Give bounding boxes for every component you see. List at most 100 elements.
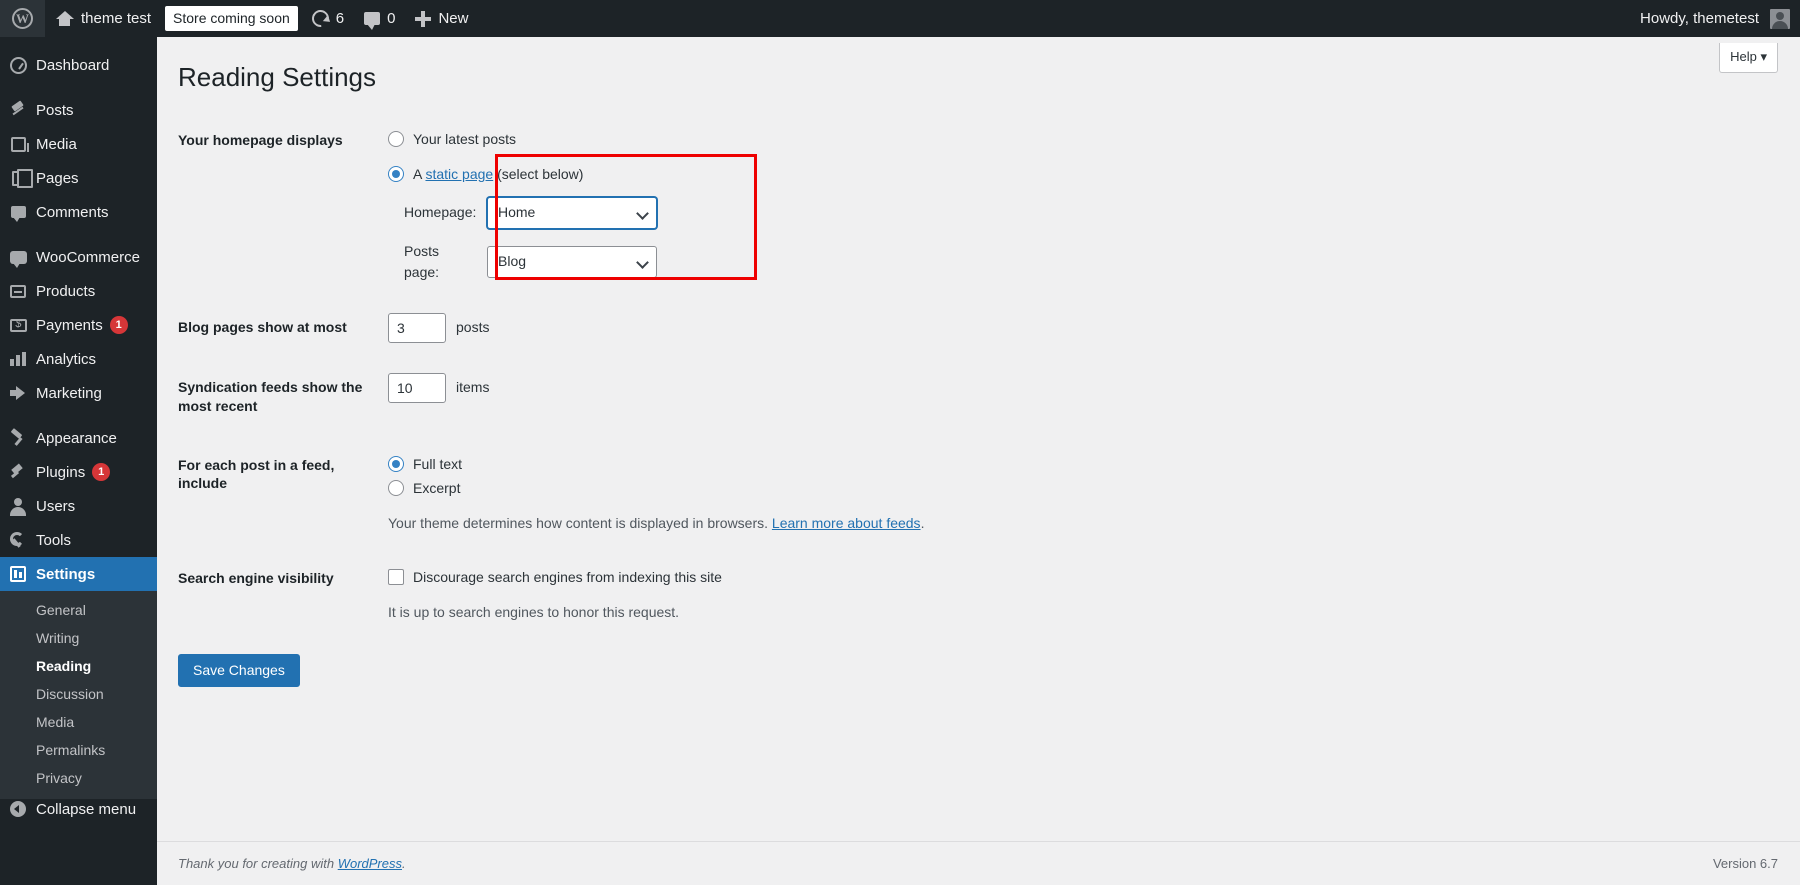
- comments-count: 0: [387, 10, 396, 27]
- products-icon: [0, 284, 36, 298]
- posts-page-select[interactable]: Blog: [487, 245, 657, 278]
- search-visibility-note: It is up to search engines to honor this…: [388, 603, 680, 620]
- sidebar-item-appearance[interactable]: Appearance: [0, 421, 157, 455]
- menu-spacer-3: [0, 410, 157, 421]
- checkbox-discourage-search-engines[interactable]: [388, 569, 404, 586]
- blog-pages-input[interactable]: [388, 312, 446, 343]
- save-changes-button[interactable]: Save Changes: [178, 653, 300, 688]
- radio-full-text[interactable]: [388, 456, 404, 473]
- main-content-area: Help ▾ Reading Settings Your homepage di…: [157, 37, 1800, 885]
- tools-wrench-icon: [0, 532, 36, 548]
- marketing-megaphone-icon: [0, 386, 36, 400]
- pages-icon: [0, 168, 36, 188]
- sidebar-item-tools[interactable]: Tools: [0, 523, 157, 557]
- homepage-select[interactable]: Home: [487, 196, 657, 229]
- label-homepage-select: Homepage:: [404, 204, 477, 221]
- submenu-item-writing[interactable]: Writing: [0, 624, 157, 652]
- sidebar-item-label: Plugins: [36, 463, 86, 481]
- radio-latest-posts[interactable]: [388, 131, 404, 148]
- sidebar-item-label: Posts: [36, 101, 74, 119]
- chevron-down-icon: ▾: [1760, 49, 1767, 64]
- radio-excerpt[interactable]: [388, 480, 404, 497]
- submenu-item-discussion[interactable]: Discussion: [0, 680, 157, 708]
- settings-icon: [0, 566, 36, 582]
- cell-syndication: items: [378, 358, 1278, 436]
- sidebar-item-label: WooCommerce: [36, 248, 140, 266]
- syndication-input[interactable]: [388, 372, 446, 403]
- comments-icon: [0, 206, 36, 222]
- option-static-page[interactable]: A static page (select below): [388, 164, 1268, 185]
- sidebar-item-plugins[interactable]: Plugins 1: [0, 455, 157, 489]
- row-search-visibility: Search engine visibility Discourage sear…: [178, 549, 1278, 638]
- sidebar-item-label: Products: [36, 282, 96, 300]
- sidebar-item-label: Dashboard: [36, 56, 110, 74]
- sidebar-item-settings[interactable]: Settings: [0, 557, 165, 591]
- submenu-item-reading[interactable]: Reading: [0, 652, 157, 680]
- footer-thanks-suffix: .: [402, 856, 406, 871]
- sidebar-item-marketing[interactable]: Marketing: [0, 376, 157, 410]
- submenu-item-media[interactable]: Media: [0, 708, 157, 736]
- row-blog-pages: Blog pages show at most posts: [178, 298, 1278, 358]
- sidebar-item-woocommerce[interactable]: WooCommerce: [0, 240, 157, 274]
- site-name-button[interactable]: theme test: [45, 0, 161, 37]
- admin-sidebar-menu: Dashboard Posts Media Pages Comments Woo…: [0, 37, 165, 885]
- static-page-link[interactable]: static page: [425, 166, 493, 182]
- collapse-menu-button[interactable]: Collapse menu: [0, 792, 157, 826]
- menu-spacer-top: [0, 37, 157, 48]
- comments-button[interactable]: 0: [354, 0, 405, 37]
- posts-page-select-value: Blog: [498, 253, 527, 270]
- new-content-button[interactable]: New: [405, 0, 478, 37]
- static-page-prefix: A: [413, 165, 426, 182]
- sidebar-item-label: Appearance: [36, 429, 117, 447]
- sidebar-item-comments[interactable]: Comments: [0, 195, 157, 229]
- label-posts-page-select: Posts page:: [404, 242, 440, 280]
- sidebar-item-posts[interactable]: Posts: [0, 93, 157, 127]
- my-account-button[interactable]: Howdy, themetest: [1630, 0, 1800, 37]
- footer-thanks-prefix: Thank you for creating with: [178, 856, 338, 871]
- help-tab-button[interactable]: Help ▾: [1719, 43, 1778, 73]
- updates-count: 6: [335, 10, 345, 27]
- sidebar-item-media[interactable]: Media: [0, 127, 157, 161]
- submenu-item-general[interactable]: General: [0, 596, 157, 624]
- wordpress-link[interactable]: WordPress: [338, 856, 402, 871]
- chevron-down-icon: [636, 206, 649, 220]
- payments-icon: [0, 318, 36, 332]
- wordpress-logo-button[interactable]: W: [0, 0, 45, 37]
- sidebar-item-pages[interactable]: Pages: [0, 161, 157, 195]
- sidebar-item-label: Media: [36, 135, 77, 153]
- label-syndication: Syndication feeds show the most recent: [178, 378, 363, 414]
- sidebar-item-label: Payments: [36, 316, 103, 334]
- option-full-text[interactable]: Full text: [388, 454, 1268, 475]
- plus-icon: [415, 10, 432, 27]
- collapse-arrow-icon: [0, 801, 36, 817]
- option-latest-posts[interactable]: Your latest posts: [388, 129, 1268, 150]
- homepage-select-value: Home: [498, 204, 536, 221]
- store-coming-soon-badge[interactable]: Store coming soon: [165, 6, 298, 31]
- label-search-visibility: Search engine visibility: [178, 569, 334, 586]
- howdy-label: Howdy, themetest: [1640, 10, 1759, 27]
- sidebar-item-products[interactable]: Products: [0, 274, 157, 308]
- sidebar-item-label: Tools: [36, 531, 72, 549]
- sidebar-item-label: Analytics: [36, 350, 97, 368]
- menu-spacer-1: [0, 82, 157, 93]
- sidebar-item-analytics[interactable]: Analytics: [0, 342, 157, 376]
- option-discourage-search-engines[interactable]: Discourage search engines from indexing …: [388, 567, 1268, 588]
- plugins-badge-count: 1: [92, 463, 111, 481]
- updates-button[interactable]: 6: [302, 0, 354, 37]
- submenu-item-privacy[interactable]: Privacy: [0, 764, 157, 792]
- blog-pages-unit: posts: [456, 319, 490, 336]
- submenu-item-permalinks[interactable]: Permalinks: [0, 736, 157, 764]
- sidebar-item-dashboard[interactable]: Dashboard: [0, 48, 157, 82]
- learn-more-about-feeds-link[interactable]: Learn more about feeds: [772, 515, 921, 531]
- radio-static-page[interactable]: [388, 166, 404, 183]
- sidebar-item-label: Pages: [36, 169, 79, 187]
- plugins-icon: [0, 464, 36, 480]
- home-icon: [55, 9, 74, 28]
- sidebar-item-users[interactable]: Users: [0, 489, 157, 523]
- posts-page-select-row: Posts page: Blog: [404, 241, 1268, 283]
- admin-footer: Thank you for creating with WordPress. V…: [157, 841, 1800, 885]
- feed-desc-suffix: .: [920, 514, 925, 531]
- sidebar-item-payments[interactable]: Payments 1: [0, 308, 157, 342]
- analytics-bars-icon: [0, 352, 36, 366]
- option-excerpt[interactable]: Excerpt: [388, 478, 1268, 499]
